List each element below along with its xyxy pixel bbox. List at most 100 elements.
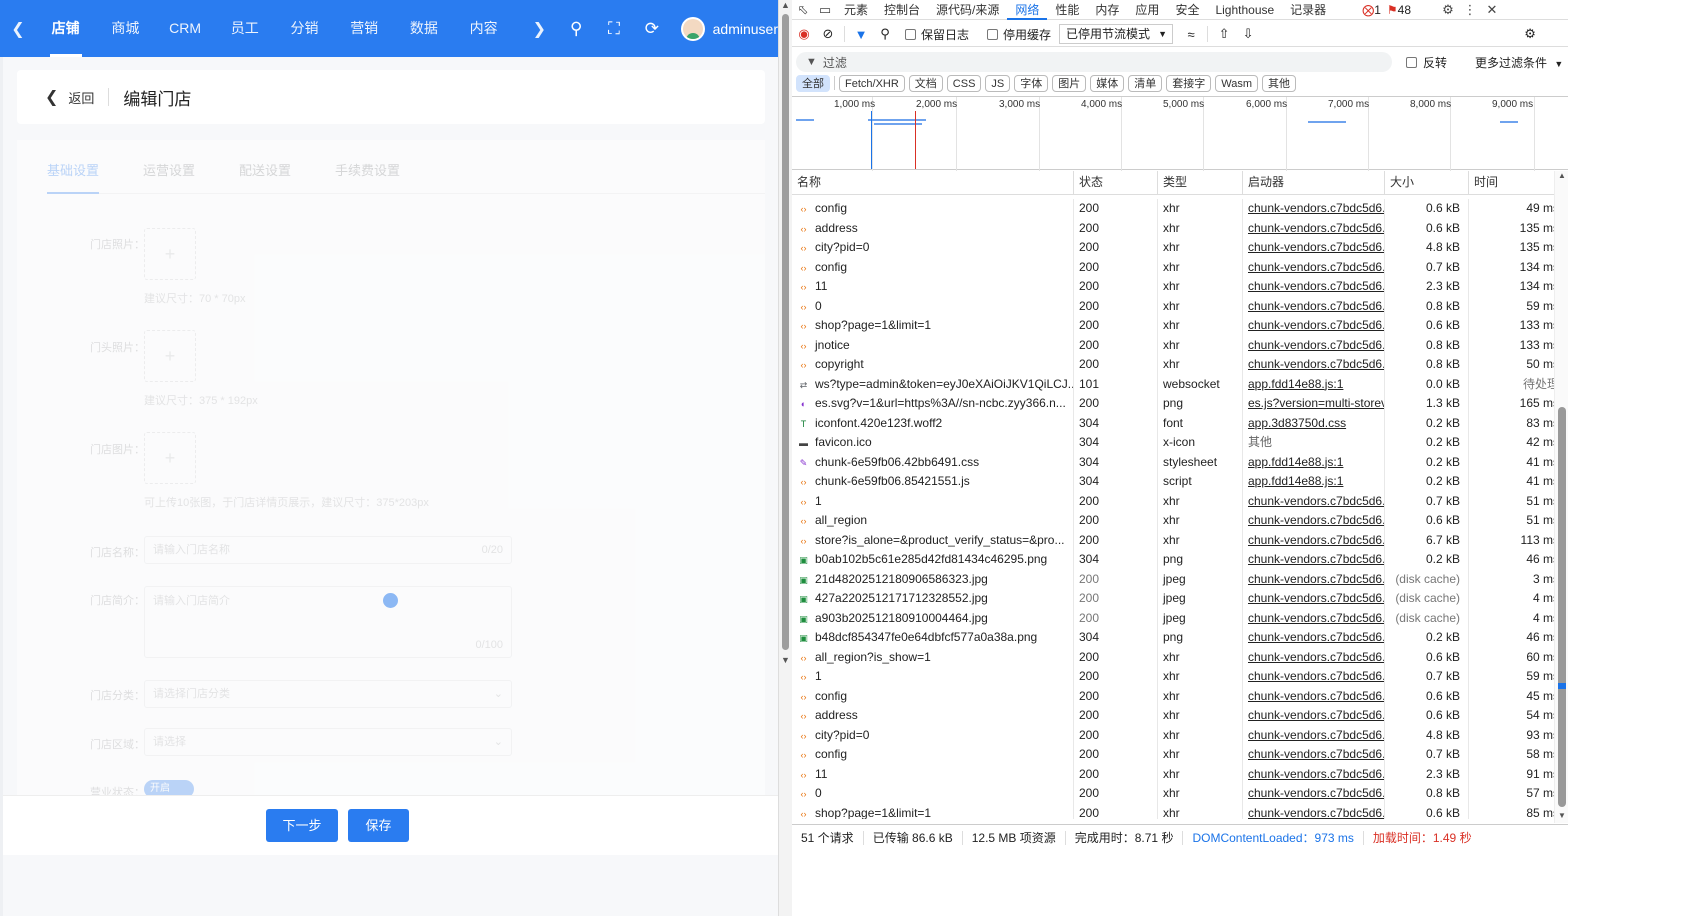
request-row[interactable]: ‹› config 200 xhr chunk-vendors.c7bdc5d6. 0.6… xyxy=(792,686,1568,706)
nav-item-data[interactable]: 数据 xyxy=(394,0,454,57)
store-name-input[interactable]: 请输入门店名称 0/20 xyxy=(144,536,512,564)
nav-item-marketing[interactable]: 营销 xyxy=(334,0,394,57)
request-initiator-cell[interactable]: chunk-vendors.c7bdc5d6. xyxy=(1243,335,1385,355)
type-filter-wasm[interactable]: Wasm xyxy=(1215,74,1259,92)
tab-fee-settings[interactable]: 手续费设置 xyxy=(335,160,400,193)
request-row[interactable]: ‹› shop?page=1&limit=1 200 xhr chunk-vendors… xyxy=(792,803,1568,819)
request-initiator-cell[interactable]: 其他 xyxy=(1243,433,1385,453)
request-table-scroll-thumb[interactable] xyxy=(1558,407,1566,807)
request-initiator-cell[interactable]: chunk-vendors.c7bdc5d6. xyxy=(1243,491,1385,511)
request-initiator-cell[interactable]: chunk-vendors.c7bdc5d6. xyxy=(1243,745,1385,765)
fullscreen-icon[interactable]: ⛶ xyxy=(595,19,633,39)
filter-icon[interactable]: ▼ xyxy=(849,27,873,42)
store-intro-textarea[interactable]: 请输入门店简介 0/100 xyxy=(144,586,512,658)
search-icon[interactable]: ⚲ xyxy=(873,26,897,42)
tab-security[interactable]: 安全 xyxy=(1167,0,1207,20)
type-filter-js[interactable]: JS xyxy=(985,74,1011,92)
save-button[interactable]: 保存 xyxy=(348,809,409,842)
column-header-initiator[interactable]: 启动器 xyxy=(1243,171,1385,194)
head-photo-upload[interactable]: + xyxy=(144,330,196,382)
type-filter-manifest[interactable]: 清单 xyxy=(1128,74,1163,92)
tab-sources[interactable]: 源代码/来源 xyxy=(928,0,1007,20)
tab-operation-settings[interactable]: 运营设置 xyxy=(143,160,195,193)
nav-item-mall[interactable]: 商城 xyxy=(96,0,156,57)
clear-icon[interactable]: ⊘ xyxy=(816,26,840,42)
column-header-size[interactable]: 大小 xyxy=(1385,171,1469,194)
request-initiator-cell[interactable]: chunk-vendors.c7bdc5d6. xyxy=(1243,511,1385,531)
request-row[interactable]: ‹› chunk-6e59fb06.85421551.js 304 script app… xyxy=(792,472,1568,492)
type-filter-font[interactable]: 字体 xyxy=(1014,74,1049,92)
type-filter-media[interactable]: 媒体 xyxy=(1090,74,1125,92)
warning-badge[interactable]: ⚑48 xyxy=(1387,3,1411,17)
request-row[interactable]: ▣ a903b202512180910004464.jpg 200 jpeg chunk… xyxy=(792,608,1568,628)
request-row[interactable]: Ticonfont.420e123f.woff2 304 font app.3d837… xyxy=(792,413,1568,433)
tab-memory[interactable]: 内存 xyxy=(1087,0,1127,20)
request-row[interactable]: ‹› config 200 xhr chunk-vendors.c7bdc5d6. 0.7… xyxy=(792,257,1568,277)
request-initiator-cell[interactable]: chunk-vendors.c7bdc5d6. xyxy=(1243,550,1385,570)
request-row[interactable]: ▣ 21d48202512180906586323.jpg 200 jpeg chunk… xyxy=(792,569,1568,589)
type-filter-fetch-xhr[interactable]: Fetch/XHR xyxy=(839,74,905,92)
tab-lighthouse[interactable]: Lighthouse xyxy=(1207,0,1282,20)
scroll-up-icon[interactable]: ▲ xyxy=(781,0,790,10)
search-icon[interactable]: ⚲ xyxy=(557,19,595,39)
request-row[interactable]: ‹› config 200 xhr chunk-vendors.c7bdc5d6. 0.6… xyxy=(792,199,1568,219)
refresh-icon[interactable]: ⟳ xyxy=(633,19,671,39)
request-row[interactable]: ◐ es.svg?v=1&url=https%3A//sn-ncbc.zyy366… xyxy=(792,394,1568,414)
store-category-select[interactable]: 请选择门店分类 ⌄ xyxy=(144,680,512,708)
request-row[interactable]: ‹› all_region 200 xhr chunk-vendors.c7bdc5d6… xyxy=(792,511,1568,531)
nav-scroll-left-icon[interactable]: ❮ xyxy=(0,19,36,39)
request-row[interactable]: ‹› 1 200 xhr chunk-vendors.c7bdc5d6. 0.7 kB 59… xyxy=(792,667,1568,687)
store-region-select[interactable]: 请选择 ⌄ xyxy=(144,728,512,756)
request-row[interactable]: ‹› 11 200 xhr chunk-vendors.c7bdc5d6. 2.3 kB 1… xyxy=(792,277,1568,297)
tab-delivery-settings[interactable]: 配送设置 xyxy=(239,160,291,193)
request-row[interactable]: ‹› 0 200 xhr chunk-vendors.c7bdc5d6. 0.8 kB 57… xyxy=(792,784,1568,804)
request-row[interactable]: ‹› city?pid=0 200 xhr chunk-vendors.c7bdc5d6… xyxy=(792,238,1568,258)
tab-console[interactable]: 控制台 xyxy=(876,0,928,20)
record-stop-icon[interactable]: ◉ xyxy=(792,26,816,42)
throttle-select[interactable]: 已停用节流模式 ▼ xyxy=(1059,24,1174,44)
type-filter-all[interactable]: 全部 xyxy=(796,74,830,92)
type-filter-doc[interactable]: 文档 xyxy=(908,74,943,92)
request-initiator-cell[interactable]: chunk-vendors.c7bdc5d6. xyxy=(1243,218,1385,238)
preserve-log-checkbox[interactable]: 保留日志 xyxy=(905,26,969,43)
request-initiator-cell[interactable]: chunk-vendors.c7bdc5d6. xyxy=(1243,277,1385,297)
filter-input[interactable]: ▼ 过滤 xyxy=(796,52,1392,72)
request-table-scrollbar[interactable]: ▲ ▼ xyxy=(1554,171,1568,823)
request-row[interactable]: ▣ 427a2202512171712328552.jpg 200 jpeg chunk… xyxy=(792,589,1568,609)
inspect-element-icon[interactable]: ⬁ xyxy=(792,2,814,18)
column-header-name[interactable]: 名称 xyxy=(792,171,1074,194)
request-initiator-cell[interactable]: chunk-vendors.c7bdc5d6. xyxy=(1243,589,1385,609)
request-initiator-cell[interactable]: app.3d83750d.css xyxy=(1243,413,1385,433)
page-scroll-thumb[interactable] xyxy=(782,14,789,650)
scroll-down-icon[interactable]: ▼ xyxy=(781,655,790,665)
request-initiator-cell[interactable]: chunk-vendors.c7bdc5d6. xyxy=(1243,296,1385,316)
request-initiator-cell[interactable]: chunk-vendors.c7bdc5d6. xyxy=(1243,725,1385,745)
scroll-up-icon[interactable]: ▲ xyxy=(1558,171,1566,180)
request-row[interactable]: ▣ b0ab102b5c61e285d42fd81434c46295.png 304… xyxy=(792,550,1568,570)
request-initiator-cell[interactable]: chunk-vendors.c7bdc5d6. xyxy=(1243,355,1385,375)
request-initiator-cell[interactable]: chunk-vendors.c7bdc5d6. xyxy=(1243,784,1385,804)
tab-application[interactable]: 应用 xyxy=(1127,0,1167,20)
store-photo-upload[interactable]: + xyxy=(144,228,196,280)
request-initiator-cell[interactable]: chunk-vendors.c7bdc5d6. xyxy=(1243,628,1385,648)
request-row[interactable]: ‹› address 200 xhr chunk-vendors.c7bdc5d6. 0.… xyxy=(792,706,1568,726)
network-timeline-overview[interactable]: 1,000 ms 2,000 ms 3,000 ms 4,000 ms 5,00… xyxy=(792,96,1568,171)
request-initiator-cell[interactable]: chunk-vendors.c7bdc5d6. xyxy=(1243,706,1385,726)
request-row[interactable]: ‹› 11 200 xhr chunk-vendors.c7bdc5d6. 2.3 kB 9… xyxy=(792,764,1568,784)
request-row[interactable]: ‹› shop?page=1&limit=1 200 xhr chunk-vendors… xyxy=(792,316,1568,336)
request-row[interactable]: ✎ chunk-6e59fb06.42bb6491.css 304 styleshee… xyxy=(792,452,1568,472)
more-filters-dropdown[interactable]: 更多过滤条件 ▼ xyxy=(1475,54,1563,71)
next-step-button[interactable]: 下一步 xyxy=(266,809,338,842)
nav-item-store[interactable]: 店铺 xyxy=(36,0,96,57)
type-filter-css[interactable]: CSS xyxy=(946,74,982,92)
request-initiator-cell[interactable]: app.fdd14e88.js:1 xyxy=(1243,452,1385,472)
request-initiator-cell[interactable]: chunk-vendors.c7bdc5d6. xyxy=(1243,530,1385,550)
request-initiator-cell[interactable]: es.js?version=multi-storev xyxy=(1243,394,1385,414)
tab-elements[interactable]: 元素 xyxy=(836,0,876,20)
request-initiator-cell[interactable]: chunk-vendors.c7bdc5d6. xyxy=(1243,257,1385,277)
request-initiator-cell[interactable]: chunk-vendors.c7bdc5d6. xyxy=(1243,667,1385,687)
column-header-type[interactable]: 类型 xyxy=(1158,171,1243,194)
nav-scroll-right-icon[interactable]: ❯ xyxy=(521,19,557,39)
tab-basic-settings[interactable]: 基础设置 xyxy=(47,160,100,194)
request-row[interactable]: ‹› address 200 xhr chunk-vendors.c7bdc5d6. 0.… xyxy=(792,218,1568,238)
